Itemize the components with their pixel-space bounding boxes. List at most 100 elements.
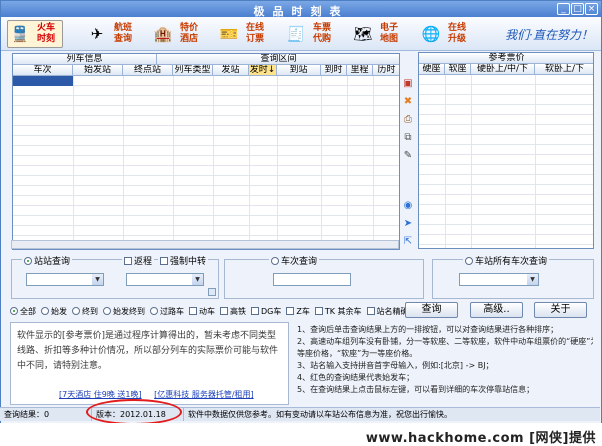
station-query-option[interactable]: 站站查询: [22, 254, 73, 267]
hotel-button[interactable]: 🏨 特价 酒店: [151, 20, 207, 48]
train-query-option[interactable]: 车次查询: [269, 254, 320, 267]
upgrade-button[interactable]: 🌐 在线 升级: [419, 20, 475, 48]
keyboard-icon[interactable]: [208, 288, 216, 296]
filter-dg[interactable]: DG车: [251, 306, 281, 317]
selected-row[interactable]: [13, 76, 73, 86]
filter-checkbox[interactable]: [189, 307, 197, 315]
query-button[interactable]: 查询: [405, 302, 458, 318]
filter-radio[interactable]: [10, 307, 18, 315]
reference-price-grid[interactable]: 参考票价 硬座 软座 硬卧上/中/下 软卧上/下: [418, 52, 594, 249]
table-row[interactable]: [13, 86, 399, 96]
column-header-train-type[interactable]: 列车类型: [173, 65, 213, 76]
column-header-arrive-time[interactable]: 到时: [321, 65, 347, 76]
transfer-checkbox[interactable]: [160, 256, 168, 265]
column-header-terminus[interactable]: 终点站: [123, 65, 173, 76]
advanced-button[interactable]: 高级..: [470, 302, 523, 318]
filter-all[interactable]: 全部: [10, 306, 36, 317]
table-row[interactable]: [13, 96, 399, 106]
filter-radio[interactable]: [72, 307, 80, 315]
table-row[interactable]: [13, 206, 399, 216]
flight-query-button[interactable]: ✈ 航班 查询: [85, 20, 141, 48]
station-query-label: 站站查询: [34, 257, 71, 267]
chevron-down-icon[interactable]: ▼: [192, 274, 203, 285]
about-button[interactable]: 关于: [534, 302, 587, 318]
title-bar[interactable]: 极品时刻表 _ □ ×: [1, 1, 601, 18]
table-row[interactable]: [13, 146, 399, 156]
column-header-origin[interactable]: 始发站: [73, 65, 123, 76]
hosting-ad-link[interactable]: [亿惠科技 服务器托管/租用]: [154, 390, 253, 399]
table-row[interactable]: [13, 186, 399, 196]
filter-radio[interactable]: [150, 307, 158, 315]
table-row[interactable]: [13, 196, 399, 206]
expand-icon[interactable]: ⇱: [402, 236, 414, 248]
filter-tk[interactable]: TK 其余车: [314, 306, 362, 317]
clear-icon[interactable]: ✖: [402, 96, 414, 108]
column-header-duration[interactable]: 历时: [373, 65, 399, 76]
filter-origin[interactable]: 始发: [41, 306, 67, 317]
station-combo[interactable]: ▼: [459, 273, 539, 286]
filter-radio[interactable]: [103, 307, 111, 315]
table-row[interactable]: [13, 176, 399, 186]
filter-passing[interactable]: 过路车: [150, 306, 184, 317]
table-row[interactable]: [13, 116, 399, 126]
filter-checkbox[interactable]: [366, 307, 375, 315]
train-schedule-button[interactable]: 🚆 火车 时刻: [7, 20, 63, 48]
filter-radio[interactable]: [41, 307, 49, 315]
map-button[interactable]: 🗺 电子 地图: [351, 20, 407, 48]
table-row[interactable]: [13, 216, 399, 226]
train-number-input[interactable]: [273, 273, 351, 286]
table-row[interactable]: [13, 156, 399, 166]
maximize-button[interactable]: □: [571, 3, 584, 15]
column-header-arrive-station[interactable]: 到站: [277, 65, 321, 76]
filter-terminal[interactable]: 终到: [72, 306, 98, 317]
column-divider: [213, 76, 214, 249]
train-query-panel: 车次查询: [224, 254, 424, 299]
horizontal-scrollbar[interactable]: [11, 240, 399, 249]
column-header-hard-sleeper[interactable]: 硬卧上/中/下: [471, 64, 535, 75]
print-icon[interactable]: ⎙: [402, 114, 414, 126]
book-icon[interactable]: ▣: [402, 78, 414, 90]
online-ticket-button[interactable]: 🎫 在线 订票: [217, 20, 273, 48]
table-row[interactable]: [13, 226, 399, 236]
column-divider: [249, 76, 250, 249]
to-station-combo[interactable]: ▼: [126, 273, 204, 286]
play-icon[interactable]: ◉: [402, 200, 414, 212]
result-grid[interactable]: 列车信息 查询区间 车次 始发站 终点站 列车类型 发站 发时↓ 到站 到时 里…: [12, 53, 400, 250]
copy-icon[interactable]: ⧉: [402, 132, 414, 144]
chevron-down-icon[interactable]: ▼: [527, 274, 538, 285]
filter-checkbox[interactable]: [220, 307, 228, 315]
all-trains-option[interactable]: 车站所有车次查询: [463, 254, 550, 267]
filter-high-speed[interactable]: 高铁: [220, 306, 246, 317]
chevron-down-icon[interactable]: ▼: [92, 274, 103, 285]
from-station-combo[interactable]: ▼: [26, 273, 104, 286]
table-row[interactable]: [13, 136, 399, 146]
hotel-ad-link[interactable]: [7天酒店 住9晚 送1晚]: [59, 390, 142, 399]
column-header-depart-station[interactable]: 发站: [213, 65, 249, 76]
transfer-option[interactable]: 强制中转: [158, 254, 209, 267]
filter-origin-terminal[interactable]: 始发终到: [103, 306, 145, 317]
column-header-soft-seat[interactable]: 软座: [445, 64, 471, 75]
filter-checkbox[interactable]: [251, 307, 259, 315]
return-option[interactable]: 返程: [122, 254, 155, 267]
filter-checkbox[interactable]: [286, 307, 295, 315]
table-row[interactable]: [13, 166, 399, 176]
column-header-soft-sleeper[interactable]: 软卧上/下: [535, 64, 593, 75]
return-checkbox[interactable]: [124, 256, 132, 265]
filter-z[interactable]: Z车: [286, 306, 310, 317]
column-header-train-no[interactable]: 车次: [13, 65, 73, 76]
filter-checkbox[interactable]: [314, 307, 323, 315]
station-query-radio[interactable]: [24, 256, 32, 265]
column-header-distance[interactable]: 里程: [347, 65, 373, 76]
close-button[interactable]: ×: [585, 3, 598, 15]
table-row[interactable]: [13, 106, 399, 116]
table-row[interactable]: [13, 126, 399, 136]
minimize-button[interactable]: _: [557, 3, 570, 15]
column-header-depart-time[interactable]: 发时↓: [249, 65, 277, 76]
ticket-purchase-button[interactable]: 🧾 车票 代购: [284, 20, 340, 48]
arrow-icon[interactable]: ➤: [402, 218, 414, 230]
all-trains-radio[interactable]: [465, 256, 473, 265]
train-query-radio[interactable]: [271, 256, 279, 265]
column-header-hard-seat[interactable]: 硬座: [419, 64, 445, 75]
filter-emu[interactable]: 动车: [189, 306, 215, 317]
edit-icon[interactable]: ✎: [402, 150, 414, 162]
